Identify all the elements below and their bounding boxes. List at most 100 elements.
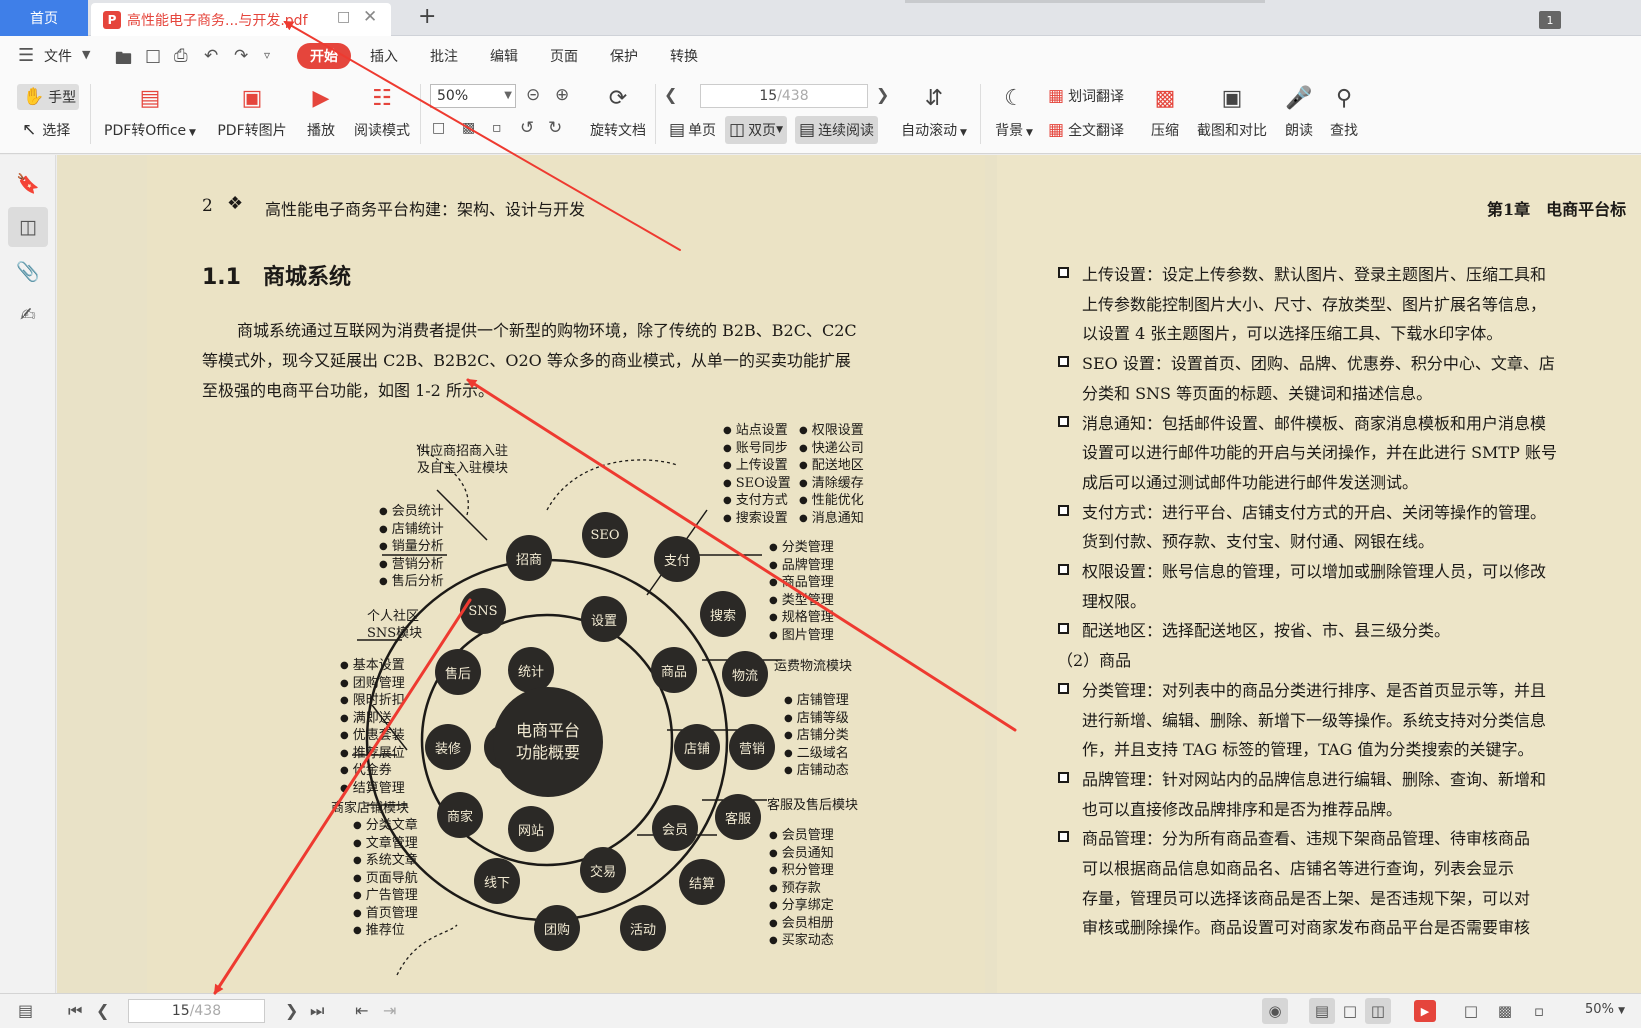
redo-icon[interactable]: ↷ [234, 46, 248, 66]
actual-size-button[interactable]: □ [1458, 998, 1484, 1024]
checkbox-bullet-icon [1058, 356, 1069, 368]
chevron-down-icon: ▼ [504, 90, 512, 101]
list-item: 类型管理 [769, 592, 834, 610]
actual-size-icon[interactable]: □ [432, 120, 445, 136]
customize-dropdown-icon[interactable]: ▿ [264, 48, 270, 62]
auto-scroll-button[interactable]: ⇵ 自动滚动 ▼ [898, 84, 970, 140]
auto-scroll-icon: ⇵ [924, 86, 944, 111]
center-line: 电商平台 [515, 721, 580, 740]
save-icon[interactable]: □ [145, 46, 161, 66]
double-page-label: 双页 [748, 123, 777, 139]
new-tab-button[interactable]: + [418, 4, 436, 29]
pin-icon[interactable]: □ [337, 9, 350, 25]
double-page-button[interactable]: ◫ 双页 ▼ [725, 116, 787, 144]
undo-icon[interactable]: ↶ [204, 46, 218, 66]
list-item: 店铺动态 [784, 762, 849, 780]
play-button[interactable]: ▶ 播放 [300, 84, 342, 140]
right-page-line: 上传设置：设定上传参数、默认图片、登录主题图片、压缩工具和 [1082, 265, 1547, 284]
open-folder-icon[interactable]: 🖿 [115, 46, 132, 75]
edit-tab[interactable]: 编辑 [490, 46, 518, 66]
page-tab[interactable]: 页面 [550, 46, 578, 66]
forward-view-icon[interactable]: ⇥ [383, 1001, 396, 1020]
full-translate-button[interactable]: ▦ 全文翻译 [1048, 120, 1124, 140]
signature-icon[interactable]: ✍ [8, 295, 48, 335]
single-page-button[interactable]: ▤ 单页 [665, 116, 720, 144]
word-translate-button[interactable]: ▦ 划词翻译 [1048, 86, 1124, 106]
document-view[interactable]: 2 ❖ 高性能电子商务平台构建：架构、设计与开发 1.1 商城系统 商城系统通过… [57, 155, 1641, 993]
node-logistics: 物流 [722, 651, 768, 697]
last-page-icon[interactable]: ⏭ [310, 1001, 324, 1021]
fit-width-icon[interactable]: ▫ [492, 120, 502, 136]
play-slideshow-button[interactable]: ▶ [1414, 1000, 1436, 1022]
fit-page-button[interactable]: ▩ [1492, 998, 1518, 1024]
status-zoom-select[interactable]: 50% ▼ [1585, 1002, 1625, 1017]
attachment-icon[interactable]: 📎 [8, 251, 48, 291]
select-tool-button[interactable]: ↖ 选择 [22, 120, 70, 140]
background-button[interactable]: ☾ 背景 ▼ [992, 84, 1036, 140]
file-menu[interactable]: 文件 [44, 46, 72, 66]
zoom-in-icon[interactable]: ⊕ [555, 85, 569, 105]
read-aloud-button[interactable]: 🎤 朗读 [1282, 84, 1316, 140]
thumbnail-icon[interactable]: ◫ [8, 207, 48, 247]
bookmark-icon[interactable]: 🔖 [8, 163, 48, 203]
zoom-select[interactable]: 50% ▼ [430, 84, 516, 108]
hand-tool-button[interactable]: ✋ 手型 [17, 84, 79, 110]
zoom-out-icon[interactable]: ⊝ [526, 85, 540, 105]
fit-width-button[interactable]: ▫ [1526, 998, 1552, 1024]
compress-label: 压缩 [1151, 123, 1179, 139]
document-tab[interactable]: P 高性能电子商务...与开发.pdf □ ✕ [91, 3, 391, 36]
find-button[interactable]: ⚲ 查找 [1326, 84, 1362, 140]
double-view-button[interactable]: ◫ [1365, 998, 1391, 1024]
translate-icon: ▦ [1048, 120, 1065, 140]
single-view-button[interactable]: □ [1337, 998, 1363, 1024]
continuous-view-button[interactable]: ▤ [1309, 998, 1335, 1024]
chevron-down-icon[interactable]: ▼ [82, 48, 90, 61]
right-page-line: 支付方式：进行平台、店铺支付方式的开启、关闭等操作的管理。 [1082, 502, 1547, 522]
close-tab-icon[interactable]: ✕ [363, 7, 377, 27]
label-line: 供应商招商入驻 [417, 444, 509, 459]
insert-tab[interactable]: 插入 [370, 46, 398, 66]
list-item: 满即送 [340, 710, 405, 728]
right-page-line: SEO 设置：设置首页、团购、品牌、优惠券、积分中心、文章、店 [1082, 354, 1555, 374]
protect-tab[interactable]: 保护 [610, 46, 638, 66]
node-search: 搜索 [700, 591, 746, 637]
continuous-read-button[interactable]: ▤ 连续阅读 [795, 116, 879, 144]
list-item: 账号同步 [723, 440, 791, 458]
eye-protect-button[interactable]: ◉ [1262, 998, 1288, 1024]
home-tab[interactable]: 首页 [0, 0, 88, 36]
rotate-right-icon[interactable]: ↻ [548, 118, 562, 138]
convert-tab[interactable]: 转换 [670, 46, 698, 66]
compress-button[interactable]: ▩ 压缩 [1148, 84, 1182, 140]
auto-scroll-label: 自动滚动 [901, 123, 958, 139]
node-groupbuy: 团购 [534, 905, 580, 951]
start-tab[interactable]: 开始 [297, 43, 351, 69]
pdf-to-image-button[interactable]: ▣ PDF转图片 [212, 84, 292, 140]
compress-icon: ▩ [1154, 86, 1176, 111]
print-icon[interactable]: ⎙ [174, 46, 188, 66]
rotate-left-icon[interactable]: ↺ [520, 118, 534, 138]
fit-page-icon[interactable]: ▩ [462, 120, 475, 136]
list-item: 清除缓存 [799, 475, 864, 493]
status-page-input[interactable]: 15/438 [128, 999, 265, 1023]
prev-page-icon[interactable]: ❮ [96, 1001, 109, 1020]
hamburger-icon[interactable]: ☰ [18, 45, 34, 66]
rotate-document-button[interactable]: ⟳ 旋转文档 [586, 84, 650, 140]
prev-page-icon[interactable]: ❮ [664, 85, 677, 104]
window-count-badge[interactable]: 1 [1539, 11, 1561, 29]
pdf-to-office-button[interactable]: ▤ PDF转Office ▼ [102, 84, 198, 140]
page-number-input[interactable]: 15/438 [700, 84, 868, 108]
annotate-tab[interactable]: 批注 [430, 46, 458, 66]
reading-mode-button[interactable]: ☷ 阅读模式 [350, 84, 414, 140]
first-page-icon[interactable]: ⏮ [68, 1001, 82, 1021]
label-sns-module: 个人社区 SNS模块 [367, 608, 422, 642]
next-page-icon[interactable]: ❯ [285, 1001, 298, 1020]
list-item: 会员通知 [769, 845, 834, 863]
node-goods: 商品 [651, 647, 697, 693]
sidebar-toggle-icon[interactable]: ▤ [18, 1001, 33, 1020]
continuous-label: 连续阅读 [818, 123, 875, 139]
screenshot-compare-button[interactable]: ▣ 截图和对比 [1192, 84, 1272, 140]
pdf-to-image-label: PDF转图片 [217, 123, 287, 139]
back-view-icon[interactable]: ⇤ [355, 1001, 368, 1020]
next-page-icon[interactable]: ❯ [876, 85, 889, 104]
list-settings: 站点设置 账号同步 上传设置 SEO设置 支付方式 搜索设置 [723, 422, 791, 527]
